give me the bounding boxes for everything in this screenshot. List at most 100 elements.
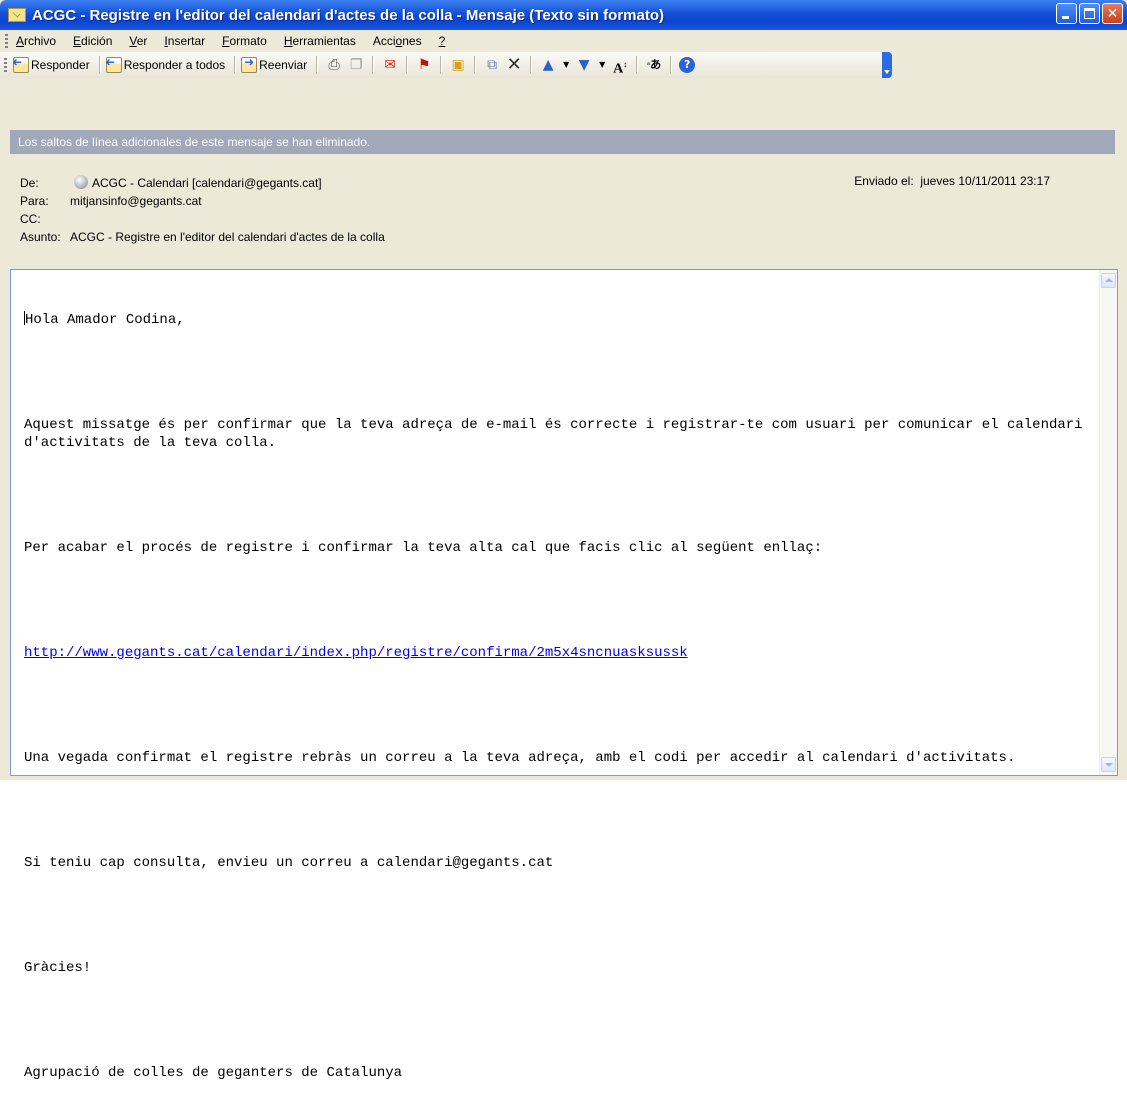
message-window: ACGC - Registre en l'editor del calendar… — [0, 0, 1127, 1081]
minimize-button[interactable] — [1056, 3, 1077, 24]
envelope-icon — [8, 8, 26, 22]
from-row: De: ACGC - Calendari [calendari@gegants.c… — [20, 174, 322, 192]
standard-toolbar: Responder Responder a todos Reenviar ⎙ ❐… — [0, 52, 892, 78]
forward-button-label: Reenviar — [259, 58, 308, 72]
subject-row: Asunto: ACGC - Registre en l'editor del c… — [20, 228, 385, 246]
menu-formato-label: ormato — [229, 34, 267, 48]
subject-value: ACGC - Registre en l'editor del calendar… — [70, 230, 385, 244]
menu-ver[interactable]: Ver — [129, 34, 147, 48]
help-icon[interactable]: ? — [679, 57, 696, 73]
menu-acciones[interactable]: Acciones — [373, 34, 422, 48]
reply-all-button-label: Responder a todos — [123, 58, 226, 72]
to-row: Para: mitjansinfo@gegants.cat — [20, 192, 202, 210]
sent-row: Enviado el: jueves 10/11/2011 23:17 — [854, 174, 1050, 188]
cc-label: CC: — [20, 212, 41, 226]
menu-herramientas-accel: H — [283, 34, 293, 48]
translate-icon[interactable]: ᵃあ — [645, 56, 663, 74]
forward-button[interactable]: Reenviar — [241, 55, 308, 73]
menu-archivo-label: rchivo — [24, 34, 57, 48]
menu-herramientas-label: erramientas — [292, 34, 356, 48]
sent-value: jueves 10/11/2011 23:17 — [920, 174, 1050, 188]
window-title: ACGC - Registre en l'editor del calendar… — [32, 6, 665, 24]
paragraph-4: Si teniu cap consulta, envieu un correu … — [24, 854, 554, 871]
maximize-icon — [1084, 8, 1095, 19]
menu-insertar[interactable]: Insertar — [164, 34, 205, 48]
toolbar-grip-handle[interactable] — [4, 58, 7, 72]
flag-icon[interactable]: ⚑ — [415, 56, 433, 74]
reply-button[interactable]: Responder — [13, 57, 90, 73]
reply-icon — [13, 57, 29, 73]
menu-help-label: ? — [438, 34, 446, 48]
toolbar-options-icon[interactable] — [882, 52, 892, 78]
toolbar-separator — [670, 56, 673, 74]
confirmation-link[interactable]: http://www.gegants.cat/calendari/index.p… — [24, 645, 688, 661]
copy-icon[interactable]: ❐ — [347, 56, 365, 74]
to-value[interactable]: mitjansinfo@gegants.cat — [70, 192, 202, 210]
subject-label: Asunto: — [20, 230, 61, 244]
menu-edicion-label: dición — [81, 34, 113, 48]
toolbar-separator — [474, 56, 477, 74]
menu-help[interactable]: ? — [439, 34, 446, 48]
forward-icon — [241, 55, 258, 73]
next-dropdown-icon[interactable]: ▼ — [597, 56, 607, 74]
paragraph-3: Una vegada confirmat el registre rebràs … — [24, 749, 1016, 766]
menu-herramientas[interactable]: Herramientas — [284, 34, 356, 48]
next-item-icon[interactable]: ▼ — [575, 56, 593, 74]
menu-archivo[interactable]: Archivo — [16, 34, 56, 48]
to-label: Para: — [20, 194, 49, 208]
vertical-scrollbar[interactable] — [1099, 270, 1117, 775]
menu-insertar-label: nsertar — [167, 34, 206, 48]
maximize-button[interactable] — [1079, 3, 1100, 24]
toolbar-separator — [234, 56, 237, 74]
menu-bar: Archivo Edición Ver Insertar Formato Her… — [0, 30, 1127, 52]
reply-all-button[interactable]: Responder a todos — [105, 57, 226, 73]
toolbar-separator — [98, 56, 101, 74]
previous-item-icon[interactable]: ▲ — [539, 56, 557, 74]
menu-ver-accel: V — [129, 34, 137, 48]
envelope-icon[interactable]: ✉ — [381, 56, 399, 74]
minimize-icon — [1062, 16, 1069, 19]
title-bar[interactable]: ACGC - Registre en l'editor del calendar… — [0, 0, 1127, 30]
scroll-up-button[interactable] — [1101, 273, 1116, 288]
menu-ver-label: er — [136, 34, 148, 48]
sent-label: Enviado el: — [854, 174, 914, 188]
close-button[interactable]: ✕ — [1102, 3, 1123, 24]
message-text[interactable]: Hola Amador Codina, Aquest missatge és p… — [24, 276, 1084, 1117]
reply-button-label: Responder — [31, 58, 90, 72]
menu-edicion[interactable]: Edición — [73, 34, 112, 48]
move-to-folder-icon[interactable]: ⧉ — [483, 56, 501, 74]
menu-archivo-accel: A — [16, 34, 25, 48]
contact-status-icon — [74, 175, 88, 189]
window-controls: ✕ — [1056, 3, 1123, 24]
toolbar-separator — [636, 56, 639, 74]
toolbar-separator — [406, 56, 409, 74]
menu-acciones-label-end: nes — [402, 34, 422, 48]
from-label: De: — [20, 176, 39, 190]
paragraph-1: Aquest missatge és per confirmar que la … — [24, 417, 1091, 451]
toolbar-separator — [316, 56, 319, 74]
toolbar-separator — [440, 56, 443, 74]
menu-acciones-label-start: Acci — [372, 34, 396, 48]
open-folder-icon[interactable]: ▣ — [449, 56, 467, 74]
scroll-down-button[interactable] — [1101, 757, 1116, 772]
paragraph-2: Per acabar el procés de registre i confi… — [24, 539, 823, 556]
message-body[interactable]: Hola Amador Codina, Aquest missatge és p… — [10, 269, 1118, 1081]
toolbar-separator — [530, 56, 533, 74]
delete-icon[interactable]: ✕ — [505, 56, 523, 74]
signature: Agrupació de colles de geganters de Cata… — [24, 1064, 403, 1081]
message-header: De: ACGC - Calendari [calendari@gegants.c… — [10, 156, 1115, 266]
toolbar-separator — [372, 56, 375, 74]
reply-all-icon — [105, 57, 122, 73]
menu-formato[interactable]: Formato — [222, 34, 267, 48]
cc-row: CC: — [20, 210, 70, 228]
close-icon: ✕ — [1106, 5, 1119, 22]
greeting: Hola Amador Codina, — [25, 312, 185, 328]
info-bar[interactable]: Los saltos de línea adicionales de este … — [10, 130, 1115, 154]
printer-icon[interactable]: ⎙ — [325, 56, 343, 74]
font-size-icon[interactable]: A↕ — [611, 56, 629, 77]
previous-dropdown-icon[interactable]: ▼ — [561, 56, 571, 74]
from-value[interactable]: ACGC - Calendari [calendari@gegants.cat] — [92, 174, 322, 192]
thanks: Gràcies! — [24, 959, 92, 976]
menu-edicion-accel: E — [73, 34, 82, 48]
menu-grip-handle[interactable] — [5, 34, 8, 48]
